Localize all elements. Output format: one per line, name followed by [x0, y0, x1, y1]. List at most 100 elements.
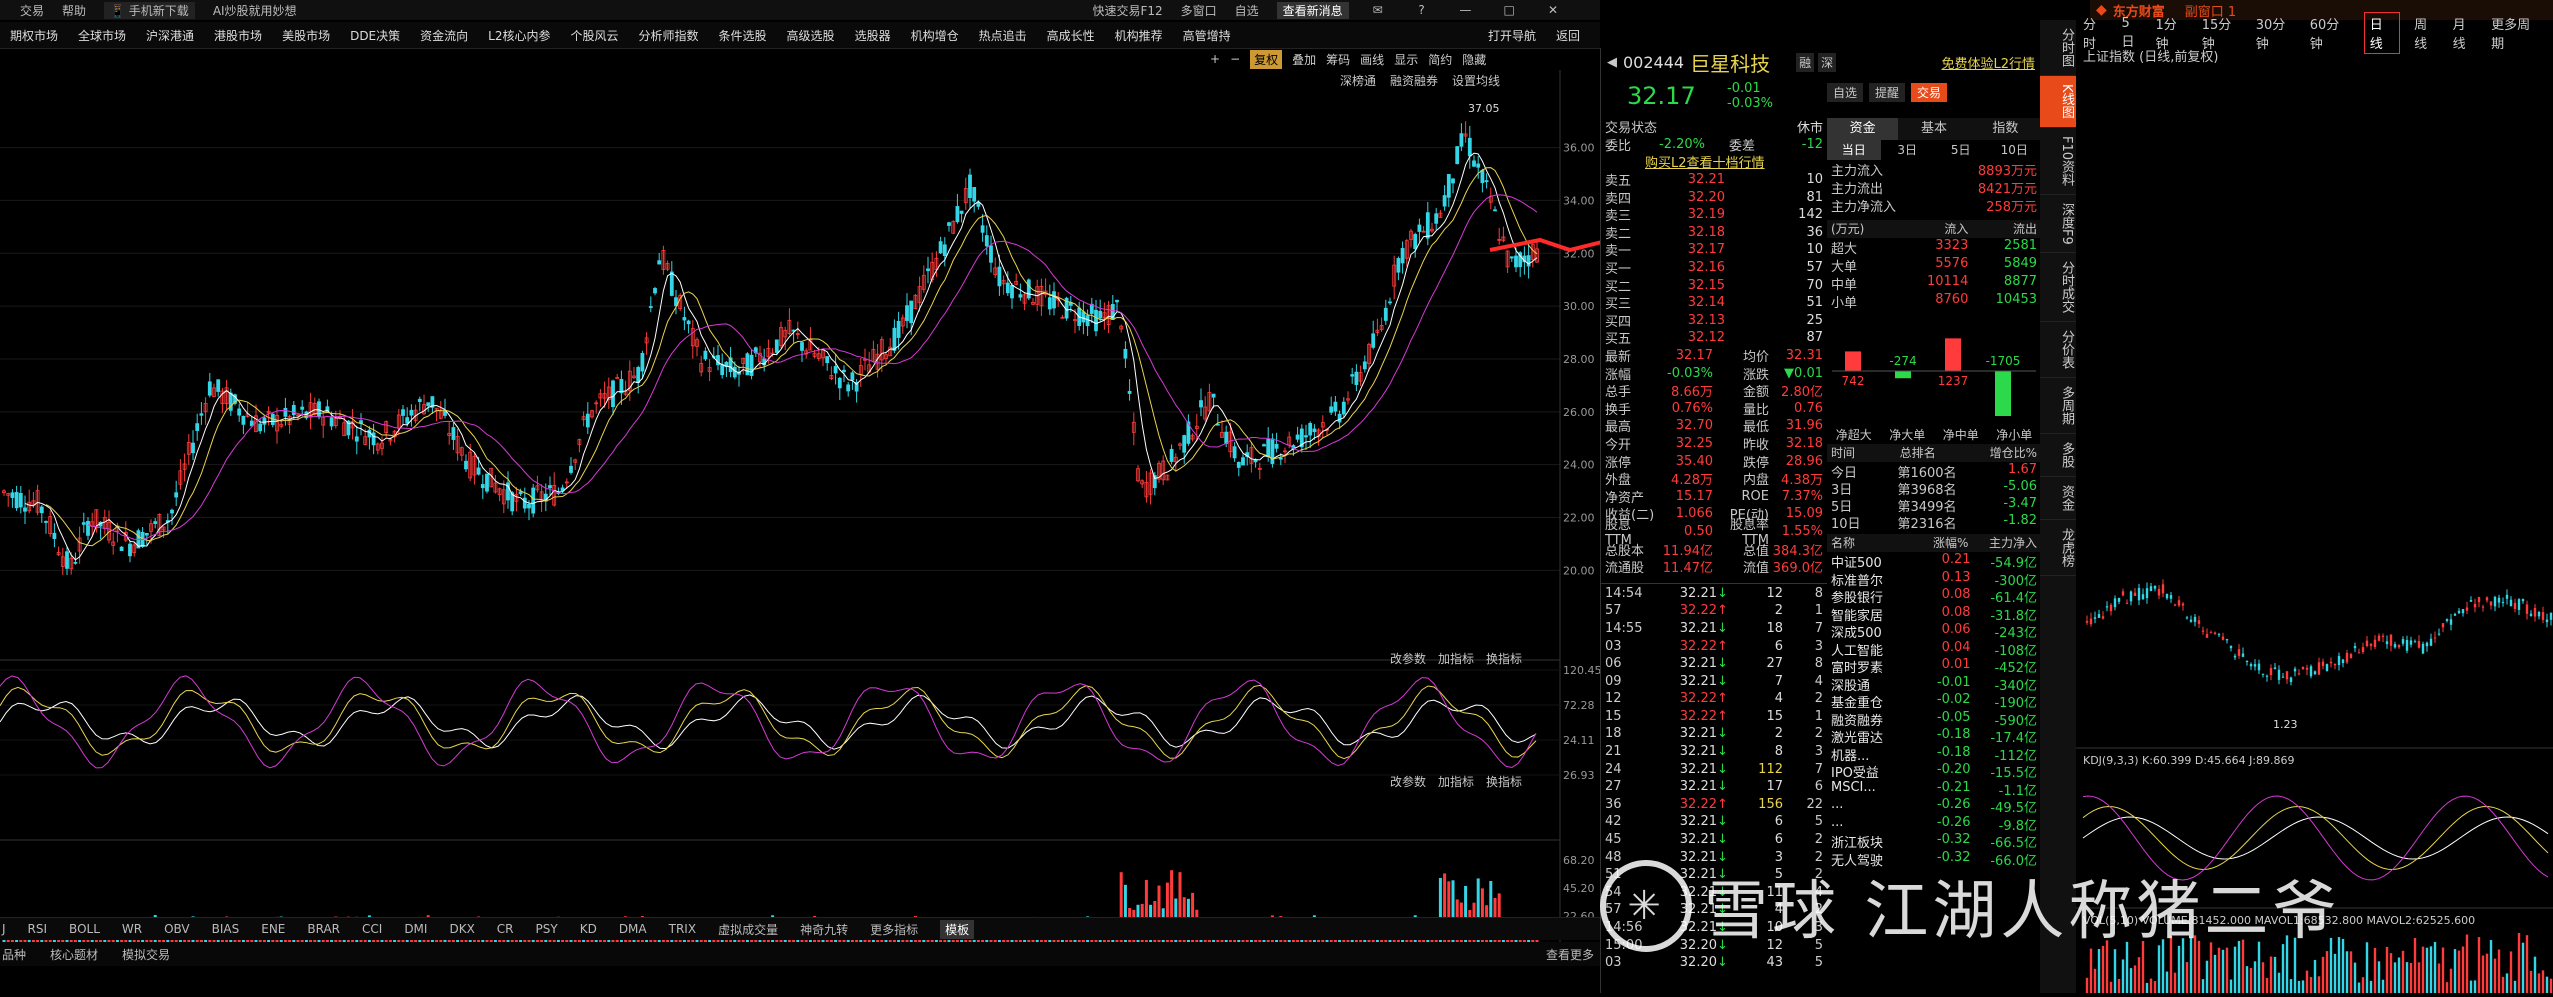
ind-tab[interactable]: BRAR [307, 922, 340, 936]
view-more-link[interactable]: 查看更多 [1546, 946, 1594, 963]
mail-icon[interactable]: ✉ [1367, 3, 1389, 17]
vertical-tab[interactable]: 多股 [2040, 434, 2076, 478]
bottom-tab[interactable]: 品种 [2, 946, 26, 963]
period-tab[interactable]: 30分钟 [2256, 14, 2296, 52]
fund-tab[interactable]: 基本 [1898, 118, 1969, 140]
period-tab[interactable]: 月线 [2453, 14, 2477, 52]
add-indicator[interactable]: 加指标 [1438, 773, 1474, 790]
nav-item[interactable]: 高管增持 [1183, 27, 1231, 44]
ind-tab[interactable]: BOLL [69, 922, 100, 936]
trade-button[interactable]: 交易 [1911, 82, 1948, 102]
nav-item[interactable]: 资金流向 [420, 27, 468, 44]
switch-indicator[interactable]: 换指标 [1486, 650, 1522, 667]
chips-button[interactable]: 筹码 [1326, 51, 1350, 68]
multi-window-button[interactable]: 多窗口 [1181, 2, 1217, 19]
hide-button[interactable]: 隐藏 [1462, 51, 1486, 68]
ind-tab[interactable]: 虚拟成交量 [718, 921, 778, 938]
ind-tab[interactable]: CCI [362, 922, 382, 936]
ind-tab[interactable]: 更多指标 [870, 921, 918, 938]
nav-item[interactable]: DDE决策 [350, 27, 400, 44]
fund-tab[interactable]: 资金 [1827, 118, 1899, 140]
period-tab[interactable]: 5日 [2121, 16, 2141, 50]
watchlist-button[interactable]: 自选 [1235, 2, 1259, 19]
menu-trade[interactable]: 交易 [20, 2, 44, 19]
vertical-tab[interactable]: 龙虎榜 [2040, 520, 2076, 577]
nav-item[interactable]: 全球市场 [78, 27, 126, 44]
l2-trial-link[interactable]: 免费体验L2行情 [1941, 53, 2035, 72]
draw-button[interactable]: 画线 [1360, 51, 1384, 68]
nav-item[interactable]: 高成长性 [1047, 27, 1095, 44]
main-kline-chart[interactable]: 36.0034.0032.0030.0028.0026.0024.0022.00… [0, 70, 1600, 960]
fund-tab[interactable]: 指数 [1970, 118, 2041, 140]
vertical-tab[interactable]: 分时成交 [2040, 253, 2076, 323]
nav-item[interactable]: 高级选股 [787, 27, 835, 44]
nav-item[interactable]: 机构推荐 [1115, 27, 1163, 44]
period-tab[interactable]: 10日 [1988, 140, 2042, 160]
vertical-tab[interactable]: K线图 [2040, 76, 2076, 128]
nav-item[interactable]: 分析师指数 [639, 27, 699, 44]
close-button[interactable]: ✕ [1542, 3, 1564, 17]
nav-item[interactable]: 选股器 [855, 27, 891, 44]
quick-trade-button[interactable]: 快速交易F12 [1092, 2, 1162, 19]
mobile-download-button[interactable]: 📱 手机新下载 [104, 1, 195, 19]
vertical-tab[interactable]: 分价表 [2040, 322, 2076, 379]
nav-item[interactable]: 热点追击 [979, 27, 1027, 44]
ind-tab[interactable]: DMI [404, 922, 427, 936]
edit-params[interactable]: 改参数 [1390, 773, 1426, 790]
zoom-in-button[interactable]: + [1210, 52, 1220, 66]
period-tab[interactable]: 60分钟 [2310, 14, 2350, 52]
back-button[interactable]: 返回 [1556, 27, 1580, 44]
overlay-button[interactable]: 叠加 [1292, 51, 1316, 68]
ind-tab[interactable]: 神奇九转 [800, 921, 848, 938]
ind-tab-template[interactable]: 模板 [940, 919, 975, 939]
display-button[interactable]: 显示 [1394, 51, 1418, 68]
ind-tab[interactable]: OBV [164, 922, 190, 936]
ai-link[interactable]: AI炒股就用妙想 [213, 2, 297, 19]
vertical-tab[interactable]: F10资料 [2040, 128, 2076, 195]
vertical-tab[interactable]: 深度F9 [2040, 195, 2076, 254]
ind-tab[interactable]: WR [122, 922, 142, 936]
simple-button[interactable]: 简约 [1428, 51, 1452, 68]
ind-tab[interactable]: TRIX [669, 922, 696, 936]
nav-item[interactable]: 期权市场 [10, 27, 58, 44]
ind-tab[interactable]: DMA [619, 922, 647, 936]
period-tab[interactable]: 当日 [1827, 140, 1881, 160]
ind-tab[interactable]: RSI [28, 922, 48, 936]
period-tab[interactable]: 5日 [1934, 140, 1988, 160]
ind-tab[interactable]: J [2, 922, 6, 936]
ind-tab[interactable]: ENE [261, 922, 285, 936]
nav-item[interactable]: 沪深港通 [146, 27, 194, 44]
nav-item[interactable]: 条件选股 [719, 27, 767, 44]
ind-tab[interactable]: KD [580, 922, 597, 936]
period-tab[interactable]: 日线 [2363, 12, 2401, 54]
switch-indicator[interactable]: 换指标 [1486, 773, 1522, 790]
bottom-tab[interactable]: 模拟交易 [122, 946, 170, 963]
bottom-tab[interactable]: 核心题材 [50, 946, 98, 963]
nav-item[interactable]: 个股风云 [571, 27, 619, 44]
nav-item[interactable]: L2核心内参 [488, 27, 550, 44]
watchlist-add-button[interactable]: 自选 [1827, 82, 1864, 102]
add-indicator[interactable]: 加指标 [1438, 650, 1474, 667]
edit-params[interactable]: 改参数 [1390, 650, 1426, 667]
ind-tab[interactable]: PSY [536, 922, 558, 936]
minimize-button[interactable]: — [1454, 3, 1476, 17]
open-nav-button[interactable]: 打开导航 [1488, 27, 1536, 44]
ind-tab[interactable]: BIAS [212, 922, 240, 936]
help-icon[interactable]: ? [1411, 3, 1433, 17]
index-kline-chart[interactable]: 1.23 KDJ(9,3,3) K:60.399 D:45.664 J:89.86… [2041, 68, 2553, 993]
maximize-button[interactable]: □ [1498, 3, 1520, 17]
period-tab[interactable]: 3日 [1881, 140, 1935, 160]
period-tab[interactable]: 更多周期 [2491, 14, 2540, 52]
menu-help[interactable]: 帮助 [62, 2, 86, 19]
vertical-tab[interactable]: 资金 [2040, 477, 2076, 521]
zoom-out-button[interactable]: − [1230, 52, 1240, 66]
new-message-button[interactable]: 查看新消息 [1276, 1, 1349, 19]
ind-tab[interactable]: CR [497, 922, 514, 936]
nav-item[interactable]: 港股市场 [214, 27, 262, 44]
adjust-button[interactable]: 复权 [1250, 49, 1283, 69]
vertical-tab[interactable]: 多周期 [2040, 378, 2076, 435]
period-tab[interactable]: 周线 [2414, 14, 2438, 52]
vertical-tab[interactable]: 分时图 [2040, 20, 2076, 76]
alert-button[interactable]: 提醒 [1869, 82, 1906, 102]
ind-tab[interactable]: DKX [449, 922, 474, 936]
